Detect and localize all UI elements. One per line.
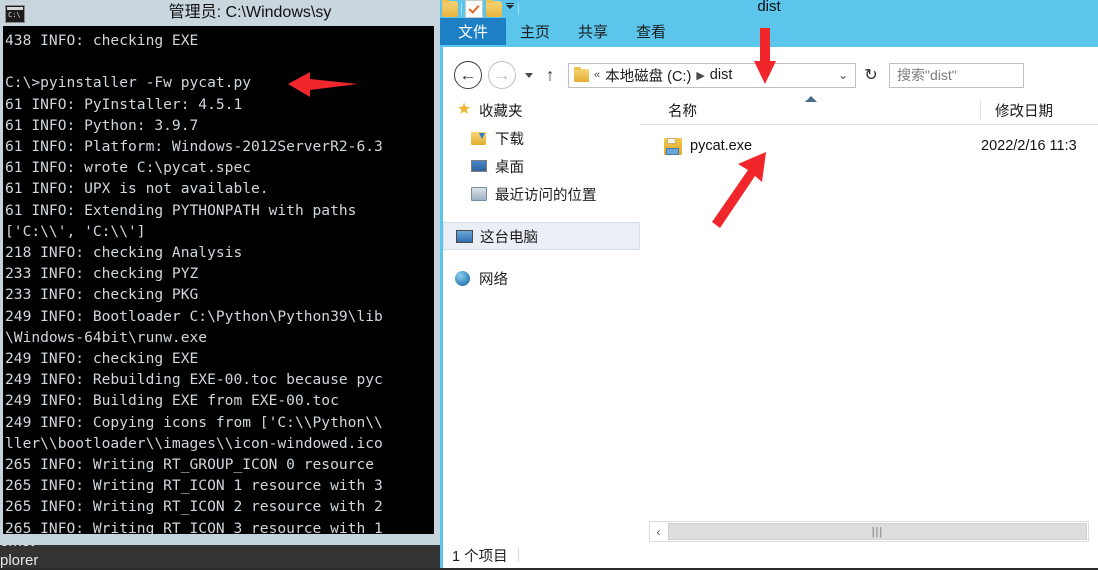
column-header-name-label: 名称	[668, 103, 697, 120]
address-bar[interactable]: « 本地磁盘 (C:) ▶ dist ⌄	[568, 62, 856, 88]
console-output-area[interactable]: 438 INFO: checking EXE C:\>pyinstaller -…	[3, 26, 434, 534]
sidebar-item-recent-places[interactable]: 最近访问的位置	[443, 180, 640, 208]
desktop-icon	[471, 158, 489, 174]
tab-home[interactable]: 主页	[506, 18, 564, 45]
breadcrumb-dist[interactable]: dist	[710, 67, 733, 83]
console-window-title: 管理员: C:\Windows\sy	[168, 4, 332, 21]
breadcrumb-local-disk[interactable]: 本地磁盘 (C:)	[605, 65, 691, 86]
sidebar-item-label: 这台电脑	[480, 229, 538, 246]
search-placeholder-text: 搜索"dist"	[897, 67, 957, 83]
sidebar-item-label: 网络	[479, 271, 508, 288]
recent-locations-dropdown-icon[interactable]	[521, 62, 537, 88]
refresh-button[interactable]: ↻	[862, 65, 880, 85]
ribbon-body	[443, 47, 1098, 58]
sidebar-item-network[interactable]: 网络	[443, 264, 640, 292]
sidebar-gap-2	[443, 250, 640, 264]
file-name-cell: pycat.exe	[690, 138, 753, 154]
tab-view[interactable]: 查看	[622, 18, 680, 45]
column-header-name[interactable]: 名称	[640, 96, 980, 124]
file-date-cell: 2022/2/16 11:3	[981, 138, 1077, 154]
sort-ascending-icon	[805, 96, 817, 102]
explorer-window-title: dist	[757, 0, 781, 15]
downloads-folder-icon	[471, 130, 489, 146]
status-item-count: 1 个项目	[452, 548, 508, 565]
search-input[interactable]: 搜索"dist"	[889, 62, 1024, 88]
file-explorer-window: dist 文件 主页 共享 查看 ← → ↑ « 本地磁盘 (C:) ▶ dis…	[440, 0, 1098, 568]
up-arrow-icon: ↑	[545, 65, 555, 85]
tab-file[interactable]: 文件	[440, 18, 507, 45]
sidebar-item-label: 桌面	[495, 159, 524, 176]
sidebar-item-label: 下载	[495, 131, 524, 148]
status-separator	[517, 548, 519, 562]
column-header-date-modified[interactable]: 修改日期	[981, 96, 1098, 124]
console-window: C:\ 管理员: C:\Windows\sy 438 INFO: checkin…	[0, 0, 440, 545]
column-header-row: 名称 修改日期	[640, 96, 1098, 125]
address-folder-icon	[574, 66, 589, 82]
file-list-pane[interactable]: 名称 修改日期 pycat.exe 2022/2/16 11:3	[640, 96, 1098, 541]
console-window-bottom-edge	[0, 534, 440, 545]
recent-places-icon	[471, 186, 489, 202]
sidebar-item-label: 最近访问的位置	[495, 187, 597, 204]
navigation-pane[interactable]: ★ 收藏夹 下载 桌面 最近访问的位置 这台电脑 网络	[443, 96, 640, 541]
back-arrow-icon: ←	[459, 65, 477, 85]
breadcrumb-separator[interactable]: ▶	[691, 69, 709, 82]
horizontal-scrollbar[interactable]: ‹ |||	[649, 521, 1089, 542]
star-icon: ★	[456, 101, 472, 118]
scroll-left-button[interactable]: ‹	[650, 522, 667, 541]
console-output-text: 438 INFO: checking EXE C:\>pyinstaller -…	[5, 32, 383, 534]
ribbon-tab-bar[interactable]: 文件 主页 共享 查看	[440, 18, 1098, 45]
table-row[interactable]: pycat.exe 2022/2/16 11:3	[640, 133, 1098, 159]
forward-button[interactable]: →	[488, 61, 516, 89]
breadcrumb-overflow-chevron[interactable]: «	[589, 69, 605, 81]
address-bar-row: ← → ↑ « 本地磁盘 (C:) ▶ dist ⌄ ↻ 搜索"dist"	[443, 58, 1098, 92]
forward-arrow-icon: →	[493, 65, 511, 85]
this-pc-icon	[456, 228, 474, 244]
sidebar-item-label: 收藏夹	[479, 103, 523, 120]
tab-share[interactable]: 共享	[564, 18, 622, 45]
back-button[interactable]: ←	[454, 61, 482, 89]
scrollbar-thumb[interactable]: |||	[668, 523, 1087, 540]
up-button[interactable]: ↑	[540, 62, 560, 88]
sidebar-item-favorites[interactable]: ★ 收藏夹	[443, 96, 640, 124]
sidebar-item-desktop[interactable]: 桌面	[443, 152, 640, 180]
sidebar-item-this-pc[interactable]: 这台电脑	[443, 222, 640, 250]
exe-file-icon	[664, 137, 682, 155]
column-header-date-label: 修改日期	[995, 103, 1053, 120]
status-bar: 1 个项目	[443, 542, 1098, 568]
address-dropdown-icon[interactable]: ⌄	[838, 68, 855, 82]
sidebar-item-downloads[interactable]: 下载	[443, 124, 640, 152]
network-icon	[455, 270, 473, 286]
